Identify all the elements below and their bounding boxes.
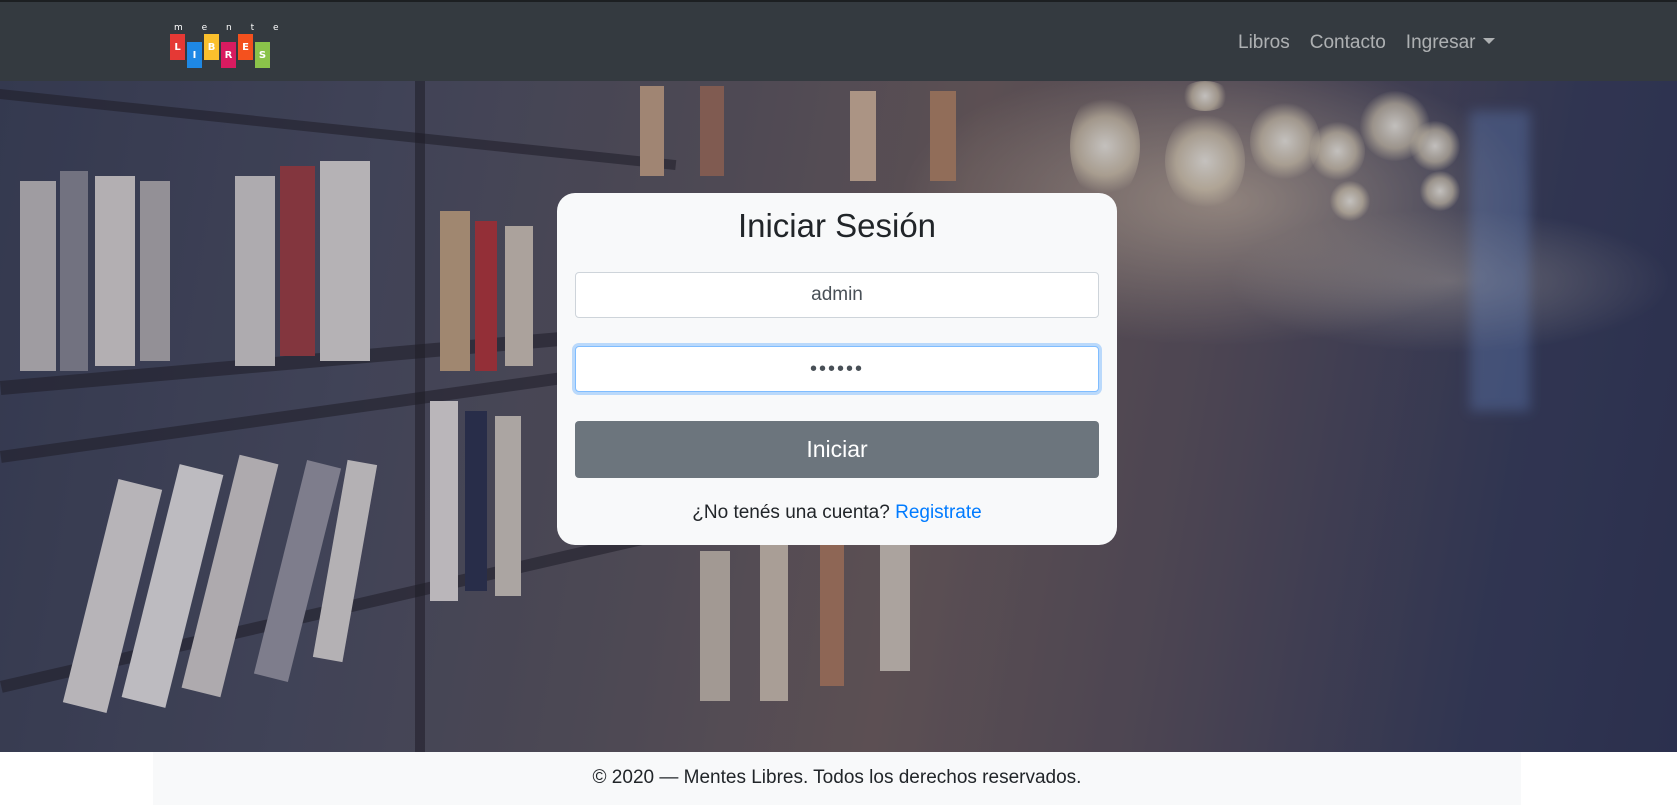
signup-prompt-text: ¿No tenés una cuenta? xyxy=(692,502,896,523)
logo-letter-blocks: LIBRES xyxy=(170,34,270,68)
login-submit-button[interactable]: Iniciar xyxy=(575,421,1099,478)
navbar: m e n t e s LIBRES Libros Contacto Ingre… xyxy=(0,0,1677,81)
username-input[interactable]: admin xyxy=(575,272,1099,318)
logo-letter-e: E xyxy=(238,34,253,60)
nav-link-contacto[interactable]: Contacto xyxy=(1310,32,1386,54)
signup-prompt: ¿No tenés una cuenta? Registrate xyxy=(557,502,1117,524)
login-card: Iniciar Sesión admin •••••• Iniciar ¿No … xyxy=(557,193,1117,545)
logo-letter-r: R xyxy=(221,42,236,68)
login-title: Iniciar Sesión xyxy=(737,207,937,244)
footer: © 2020 — Mentes Libres. Todos los derech… xyxy=(153,752,1521,805)
logo-letter-b: B xyxy=(204,34,219,60)
caret-down-icon xyxy=(1482,38,1495,44)
logo-letter-l: L xyxy=(170,34,185,60)
nav-links: Libros Contacto Ingresar xyxy=(1238,32,1495,54)
brand-logo[interactable]: m e n t e s LIBRES xyxy=(170,22,290,70)
footer-copyright: © 2020 — Mentes Libres. Todos los derech… xyxy=(592,767,1082,788)
signup-link[interactable]: Registrate xyxy=(895,502,982,523)
nav-link-libros[interactable]: Libros xyxy=(1238,32,1290,54)
password-input[interactable]: •••••• xyxy=(575,346,1099,392)
logo-letter-i: I xyxy=(187,42,202,68)
logo-wordmark: m e n t e s xyxy=(174,23,287,45)
nav-dropdown-label: Ingresar xyxy=(1405,32,1476,53)
nav-dropdown-ingresar[interactable]: Ingresar xyxy=(1406,32,1495,54)
logo-letter-s: S xyxy=(255,42,270,68)
